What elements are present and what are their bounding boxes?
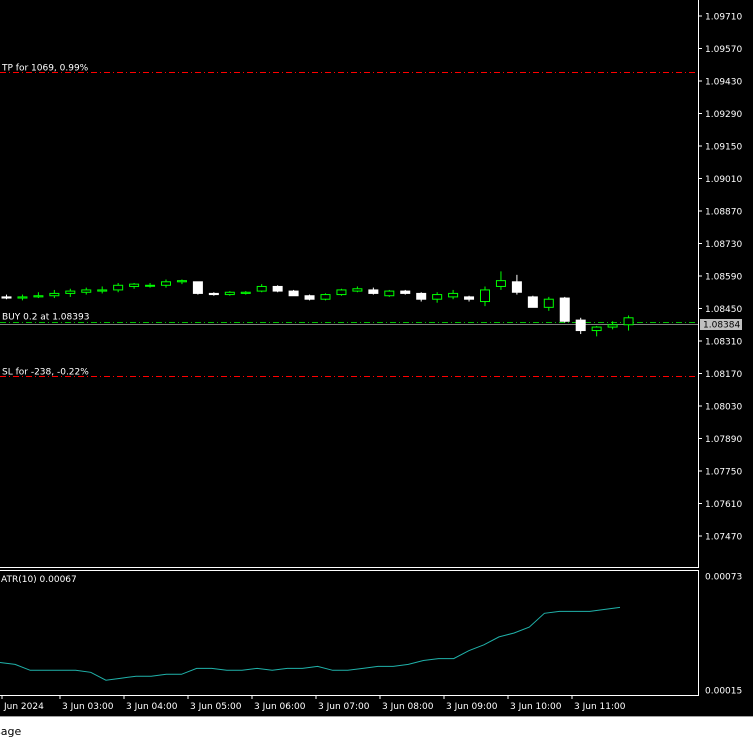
candle-body [575, 319, 586, 332]
candle-body [495, 280, 506, 287]
candle-body [511, 281, 522, 293]
time-axis-label: 3 Jun 04:00 [126, 702, 178, 712]
candle-body [17, 296, 28, 299]
candle-body [480, 289, 490, 303]
current-price-text: 1.08384 [703, 321, 740, 331]
candle-body [176, 280, 187, 283]
price-axis-label: 1.09150 [705, 143, 742, 153]
candle-body [432, 294, 443, 300]
price-axis-label: 1.08310 [705, 338, 742, 348]
candle-body [192, 281, 203, 294]
price-axis-label: 1.09710 [705, 13, 742, 23]
candle-body [97, 289, 108, 292]
candle-body [49, 292, 60, 297]
price-axis-label: 1.08870 [705, 208, 742, 218]
indicator-axis-label: 0.00015 [705, 687, 742, 697]
time-axis-label: 3 Jun 08:00 [382, 702, 434, 712]
candle-body [33, 295, 44, 298]
candle-body [384, 290, 395, 297]
entry-label: BUY 0.2 at 1.08393 [2, 313, 89, 323]
candle-body [416, 292, 427, 300]
price-axis-label: 1.08590 [705, 273, 742, 283]
candle-body [240, 291, 251, 294]
price-axis-label: 1.09290 [705, 110, 742, 120]
candle-body [352, 288, 363, 292]
time-axis-label: 3 Jun 07:00 [318, 702, 370, 712]
time-axis-label: 3 Jun 10:00 [510, 702, 562, 712]
candle-body [145, 284, 156, 287]
time-axis-label: 3 Jun 03:00 [62, 702, 114, 712]
price-axis-label: 1.08170 [705, 370, 742, 380]
price-axis-label: 1.07610 [705, 500, 742, 510]
stop-loss-label: SL for -238, -0.22% [2, 368, 89, 378]
message-tab-strip[interactable]: sage [0, 716, 753, 738]
candle-body [448, 292, 459, 298]
price-axis-label: 1.09010 [705, 175, 742, 185]
candle-body [320, 294, 331, 300]
candle-body [400, 290, 411, 294]
price-axis-label: 1.08450 [705, 305, 742, 315]
message-tab-label[interactable]: sage [0, 725, 21, 738]
candle-body [208, 292, 219, 296]
price-axis-label: 1.07470 [705, 533, 742, 543]
price-axis-label: 1.08730 [705, 240, 742, 250]
candle-body [464, 296, 475, 300]
atr-label: ATR(10) 0.00067 [1, 575, 77, 585]
candle-body [607, 324, 618, 328]
candle-body [81, 289, 92, 293]
price-axis-label: 1.09570 [705, 45, 742, 55]
price-axis-label: 1.07750 [705, 468, 742, 478]
candle-body [591, 326, 602, 332]
candle-body [113, 284, 124, 291]
price-axis-label: 1.08030 [705, 403, 742, 413]
candle-body [304, 295, 315, 300]
time-axis-label: 3 Jun 06:00 [254, 702, 306, 712]
candle-body [1, 296, 12, 299]
take-profit-label: TP for 1069, 0.99% [1, 64, 89, 74]
time-axis-label: 3 Jun 05:00 [190, 702, 242, 712]
candle-body [129, 283, 140, 287]
chart-area[interactable]: 1.09710 1.09570 1.09430 1.09290 1.09150 1.090… [0, 0, 753, 737]
time-axis-label: 3 Jun 11:00 [574, 702, 626, 712]
candle-body [256, 285, 267, 292]
price-axis-label: 1.09430 [705, 78, 742, 88]
candle-body [623, 317, 634, 326]
candle-body [161, 281, 171, 286]
indicator-axis-label: 0.00073 [705, 573, 742, 583]
candle-body [543, 298, 554, 308]
candle-body [559, 297, 570, 322]
candle-body [527, 296, 538, 308]
time-axis-label: 3 Jun 09:00 [446, 702, 498, 712]
candle-body [272, 285, 283, 292]
candle-body [368, 289, 379, 294]
candle-body [65, 290, 76, 294]
chart-background [0, 0, 753, 737]
time-axis-label: Jun 2024 [3, 702, 44, 712]
candle-body [336, 289, 347, 296]
price-axis-label: 1.07890 [705, 435, 742, 445]
candle-body [288, 290, 299, 297]
candle-body [224, 291, 235, 296]
current-price-tag: 1.08384 [700, 319, 742, 331]
